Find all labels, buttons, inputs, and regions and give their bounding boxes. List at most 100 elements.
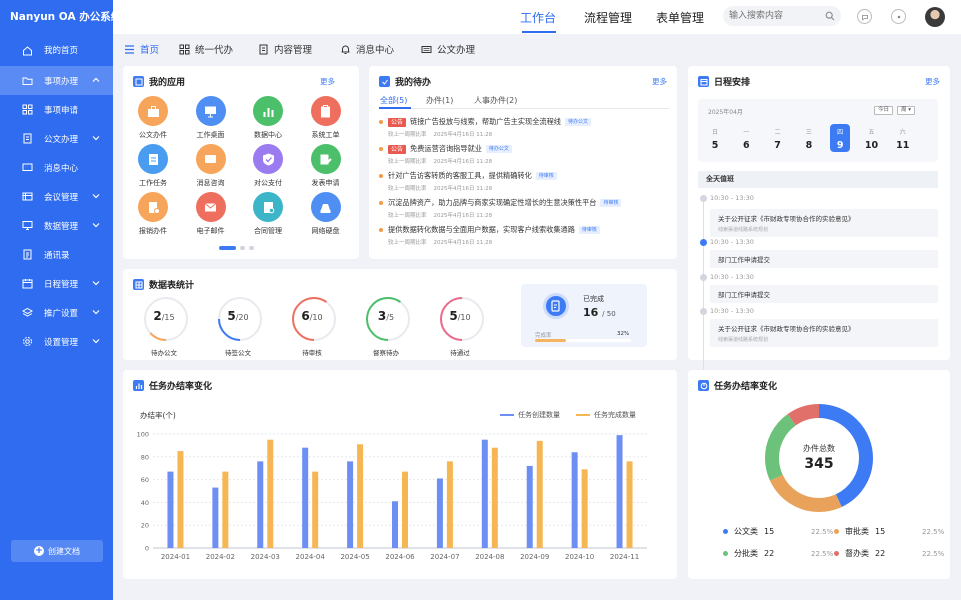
create-document-button[interactable]: + 创建文档 — [11, 540, 103, 562]
chat-icon[interactable] — [857, 9, 872, 24]
x-tick-label: 2024-07 — [430, 553, 459, 561]
search-icon[interactable] — [825, 11, 835, 21]
sidebar-item-6[interactable]: 会议管理 — [0, 182, 113, 211]
stat-ring[interactable]: 3/5 督察待办 — [363, 296, 413, 357]
bar-created — [571, 452, 578, 548]
sidebar-item-7[interactable]: 数据管理 — [0, 211, 113, 240]
bar-completed — [446, 461, 453, 548]
todo-item[interactable]: 针对广告访客转质的客服工具，提供精确转化 待审核 较上一周期比率 2025年4月16… — [379, 171, 669, 192]
my-apps-more-link[interactable]: 更多 — [320, 76, 335, 87]
todo-tab-tasks[interactable]: 办件(1) — [426, 95, 453, 106]
x-tick-label: 2024-02 — [206, 553, 235, 561]
pie-legend-item: 督办类 22 22.5% — [834, 548, 944, 559]
chevron-down-icon — [92, 310, 100, 315]
donut-center-value: 345 — [804, 456, 834, 472]
todo-date: 2025年4月16日 11:28 — [433, 159, 493, 165]
notification-icon[interactable] — [891, 9, 906, 24]
schedule-event[interactable]: 部门工作申请提交 — [710, 250, 938, 268]
sidebar-item-label: 日程管理 — [44, 279, 79, 290]
todo-item[interactable]: 公告 免费运营咨询指导就业 待办公文 较上一周期比率 2025年4月16日 11:28 — [379, 144, 669, 165]
schedule-event[interactable]: 关于公开征求《市财政专项协合作的实验意见》 线索渠道线路系统规划 — [710, 319, 938, 347]
schedule-more-link[interactable]: 更多 — [925, 76, 940, 87]
app-tile[interactable]: 合同管理 — [240, 192, 296, 236]
app-tile[interactable]: 消息咨询 — [183, 144, 239, 188]
todo-tab-hr[interactable]: 人事办件(2) — [474, 95, 517, 106]
legend-percent: 22.5% — [922, 549, 945, 558]
today-button[interactable]: 今日 — [874, 106, 894, 115]
sidebar-item-1[interactable]: 我的首页 — [0, 34, 113, 66]
app-label: 发表申请 — [311, 179, 340, 187]
calendar-day[interactable]: 日5 — [705, 124, 725, 152]
calendar-day[interactable]: 四9 — [830, 124, 851, 152]
carousel-dot[interactable] — [249, 246, 254, 250]
calendar-day[interactable]: 三8 — [799, 124, 819, 152]
app-tile[interactable]: 电子邮件 — [183, 192, 239, 236]
layers-icon — [22, 307, 33, 318]
my-todos-more-link[interactable]: 更多 — [652, 76, 667, 87]
legend-swatch — [723, 551, 728, 556]
sidebar-item-4[interactable]: 公文办理 — [0, 124, 113, 153]
sidebar-item-10[interactable]: 推广设置 — [0, 298, 113, 327]
calendar-day[interactable]: 二7 — [768, 124, 788, 152]
carousel-dot[interactable] — [219, 246, 236, 250]
view-select[interactable]: 周 ▾ — [897, 106, 916, 115]
top-tab-process[interactable]: 流程管理 — [584, 9, 632, 26]
stat-ring[interactable]: 5/10 待通过 — [437, 296, 487, 357]
top-tab-forms[interactable]: 表单管理 — [656, 9, 704, 26]
stat-ring[interactable]: 6/10 待审核 — [289, 296, 339, 357]
todo-item[interactable]: 提供数据转化数据与全面用户数据，实现客户线索收集通路 待审核 较上一周期比率 202… — [379, 225, 669, 246]
search-input[interactable] — [723, 6, 841, 26]
bar-completed — [267, 439, 274, 548]
app-tile[interactable]: 报销办件 — [125, 192, 181, 236]
app-tile[interactable]: 公文办件 — [125, 96, 181, 140]
calendar-day[interactable]: 五 10 — [862, 124, 882, 152]
sidebar-item-2[interactable]: 事项办理 — [0, 66, 113, 95]
table-icon — [133, 279, 144, 290]
app-tile[interactable]: 数据中心 — [240, 96, 296, 140]
app-tile[interactable]: 对公支付 — [240, 144, 296, 188]
subnav-home[interactable]: 首页 — [124, 42, 159, 56]
grid-icon — [22, 104, 33, 115]
weekday-label: 二 — [774, 129, 781, 136]
todo-date: 2025年4月16日 11:28 — [433, 132, 493, 138]
app-tile[interactable]: 系统工单 — [298, 96, 354, 140]
event-time: 10:30 - 13:30 — [710, 194, 754, 202]
schedule-event[interactable]: 部门工作申请提交 — [710, 285, 938, 303]
app-tile[interactable]: 网络硬盘 — [298, 192, 354, 236]
todo-tab-all[interactable]: 全部(5) — [380, 95, 407, 106]
stat-label: 待签公文 — [225, 349, 251, 357]
weekday-label: 三 — [805, 129, 812, 136]
app-label: 数据中心 — [254, 131, 282, 139]
todo-item[interactable]: 公告 链接广告投放与线索，帮助广告主实现全流程线 待办公文 较上一周期比率 2025年… — [379, 117, 669, 138]
todo-item[interactable]: 沉淀品牌资产，助力品牌与商家实现确定性增长的生意决策性平台 待审核 较上一周期比率 … — [379, 198, 669, 219]
y-tick-label: 20 — [141, 522, 149, 530]
stat-ring[interactable]: 2/15 待办公文 — [141, 296, 191, 357]
app-tile[interactable]: 发表申请 — [298, 144, 354, 188]
calendar-day[interactable]: 六 11 — [893, 124, 913, 152]
schedule-event[interactable]: 关于公开征求《市财政专项协合作的实验意见》 线索渠道线路系统规划 — [710, 209, 938, 237]
bar-created — [481, 439, 488, 548]
carousel-dots — [219, 246, 254, 250]
subnav-content[interactable]: 内容管理 — [258, 42, 312, 56]
subnav-official-docs[interactable]: 公文办理 — [421, 42, 475, 56]
y-tick-label: 80 — [141, 453, 149, 461]
sidebar-item-5[interactable]: 消息中心 — [0, 153, 113, 182]
app-tile[interactable]: 工作桌面 — [183, 96, 239, 140]
sidebar-item-3[interactable]: 事项申请 — [0, 95, 113, 124]
sidebar-item-8[interactable]: 通讯录 — [0, 240, 113, 269]
sidebar-item-9[interactable]: 日程管理 — [0, 269, 113, 298]
calendar-day[interactable]: 一6 — [736, 124, 756, 152]
app-tile[interactable]: 工作任务 — [125, 144, 181, 188]
carousel-dot[interactable] — [240, 246, 245, 250]
subnav-unified-todo[interactable]: 统一代办 — [179, 42, 233, 56]
subnav-messages[interactable]: 消息中心 — [340, 42, 394, 56]
sidebar-item-11[interactable]: 设置管理 — [0, 327, 113, 356]
meeting-icon — [22, 191, 33, 202]
sidebar-item-label: 事项办理 — [44, 76, 79, 87]
stat-ring[interactable]: 5/20 待签公文 — [215, 296, 265, 357]
todo-meta: 较上一周期比率 2025年4月16日 11:28 — [388, 184, 669, 192]
bar-completed — [626, 461, 633, 548]
avatar[interactable] — [925, 7, 945, 27]
event-subtitle: 线索渠道线路系统规划 — [718, 227, 769, 233]
top-tab-workbench[interactable]: 工作台 — [520, 9, 556, 26]
